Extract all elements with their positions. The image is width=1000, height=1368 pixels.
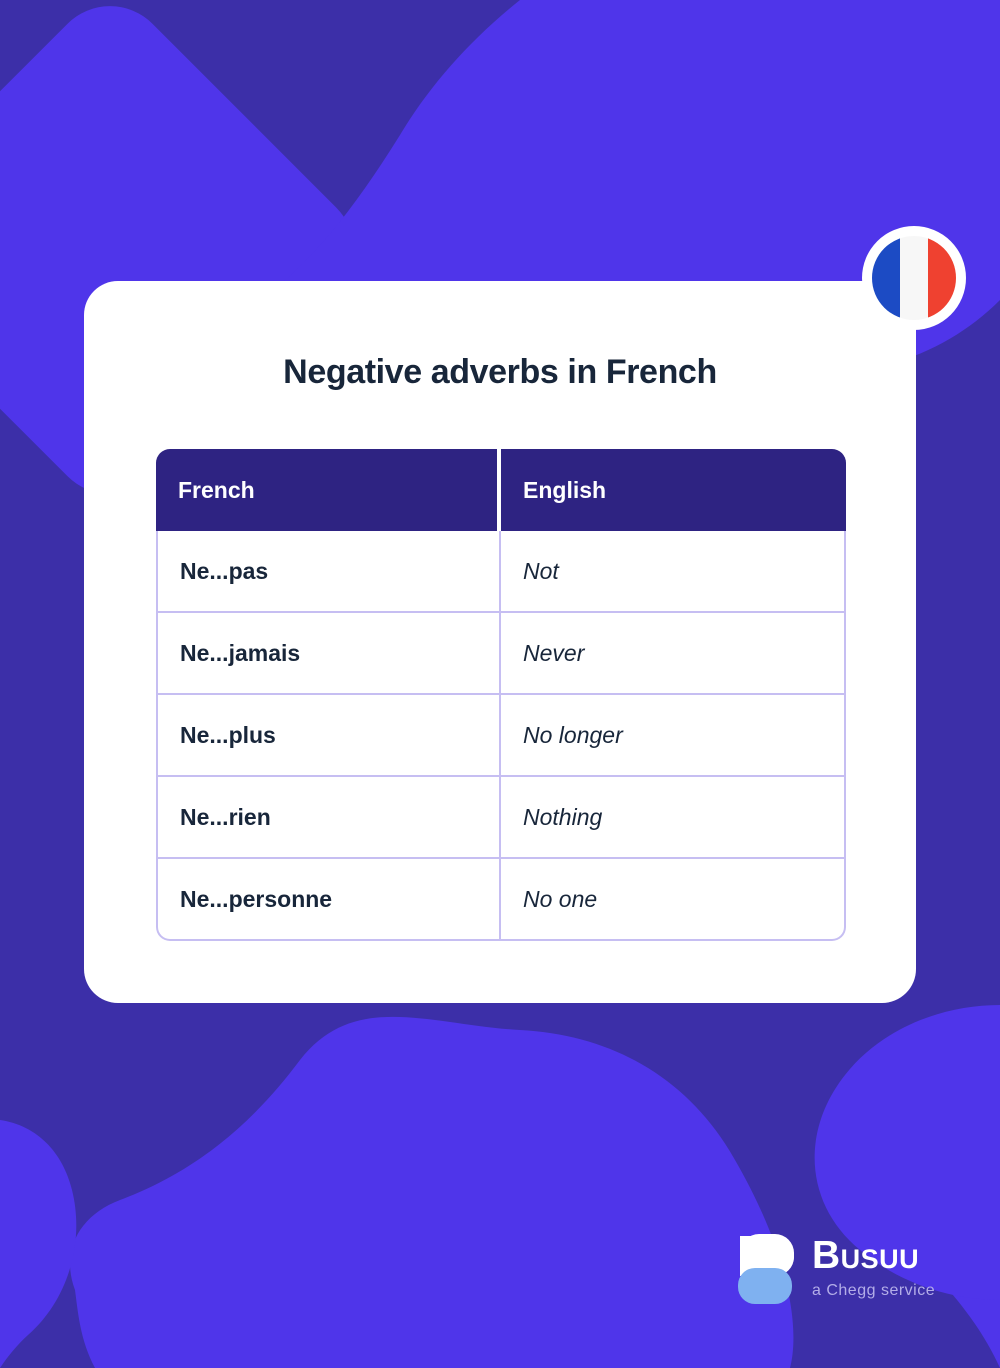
cell-french: Ne...rien (156, 777, 501, 859)
flag-stripe-blue (872, 236, 900, 320)
table-header-row: French English (156, 449, 846, 531)
busuu-logo: Busuu a Chegg service (736, 1232, 935, 1306)
cell-english: Not (501, 531, 846, 613)
table-header: French English (156, 449, 846, 531)
french-flag-icon (872, 236, 956, 320)
column-header-french: French (156, 449, 501, 531)
cell-french: Ne...jamais (156, 613, 501, 695)
busuu-logo-icon (738, 1234, 794, 1304)
cell-french: Ne...plus (156, 695, 501, 777)
table-row: Ne...jamais Never (156, 613, 846, 695)
negative-adverbs-table: French English Ne...pas Not Ne...jamais … (156, 449, 846, 941)
table-body: Ne...pas Not Ne...jamais Never Ne...plus… (156, 531, 846, 941)
cell-french: Ne...personne (156, 859, 501, 941)
column-header-english: English (501, 449, 846, 531)
french-flag-badge (862, 226, 966, 330)
table-row: Ne...plus No longer (156, 695, 846, 777)
cell-english: Never (501, 613, 846, 695)
page-title: Negative adverbs in French (283, 353, 717, 391)
busuu-tagline: a Chegg service (812, 1282, 936, 1299)
flag-stripe-red (927, 236, 956, 320)
table-row: Ne...rien Nothing (156, 777, 846, 859)
cell-english: Nothing (501, 777, 846, 859)
busuu-wordmark: Busuu (812, 1234, 920, 1277)
cell-english: No one (501, 859, 846, 941)
flag-stripe-white (900, 236, 928, 320)
cell-english: No longer (501, 695, 846, 777)
cell-french: Ne...pas (156, 531, 501, 613)
content-card: Negative adverbs in French French Englis… (84, 281, 916, 1003)
busuu-wordmark-block: Busuu a Chegg service (812, 1232, 935, 1300)
table-row: Ne...pas Not (156, 531, 846, 613)
table-row: Ne...personne No one (156, 859, 846, 941)
